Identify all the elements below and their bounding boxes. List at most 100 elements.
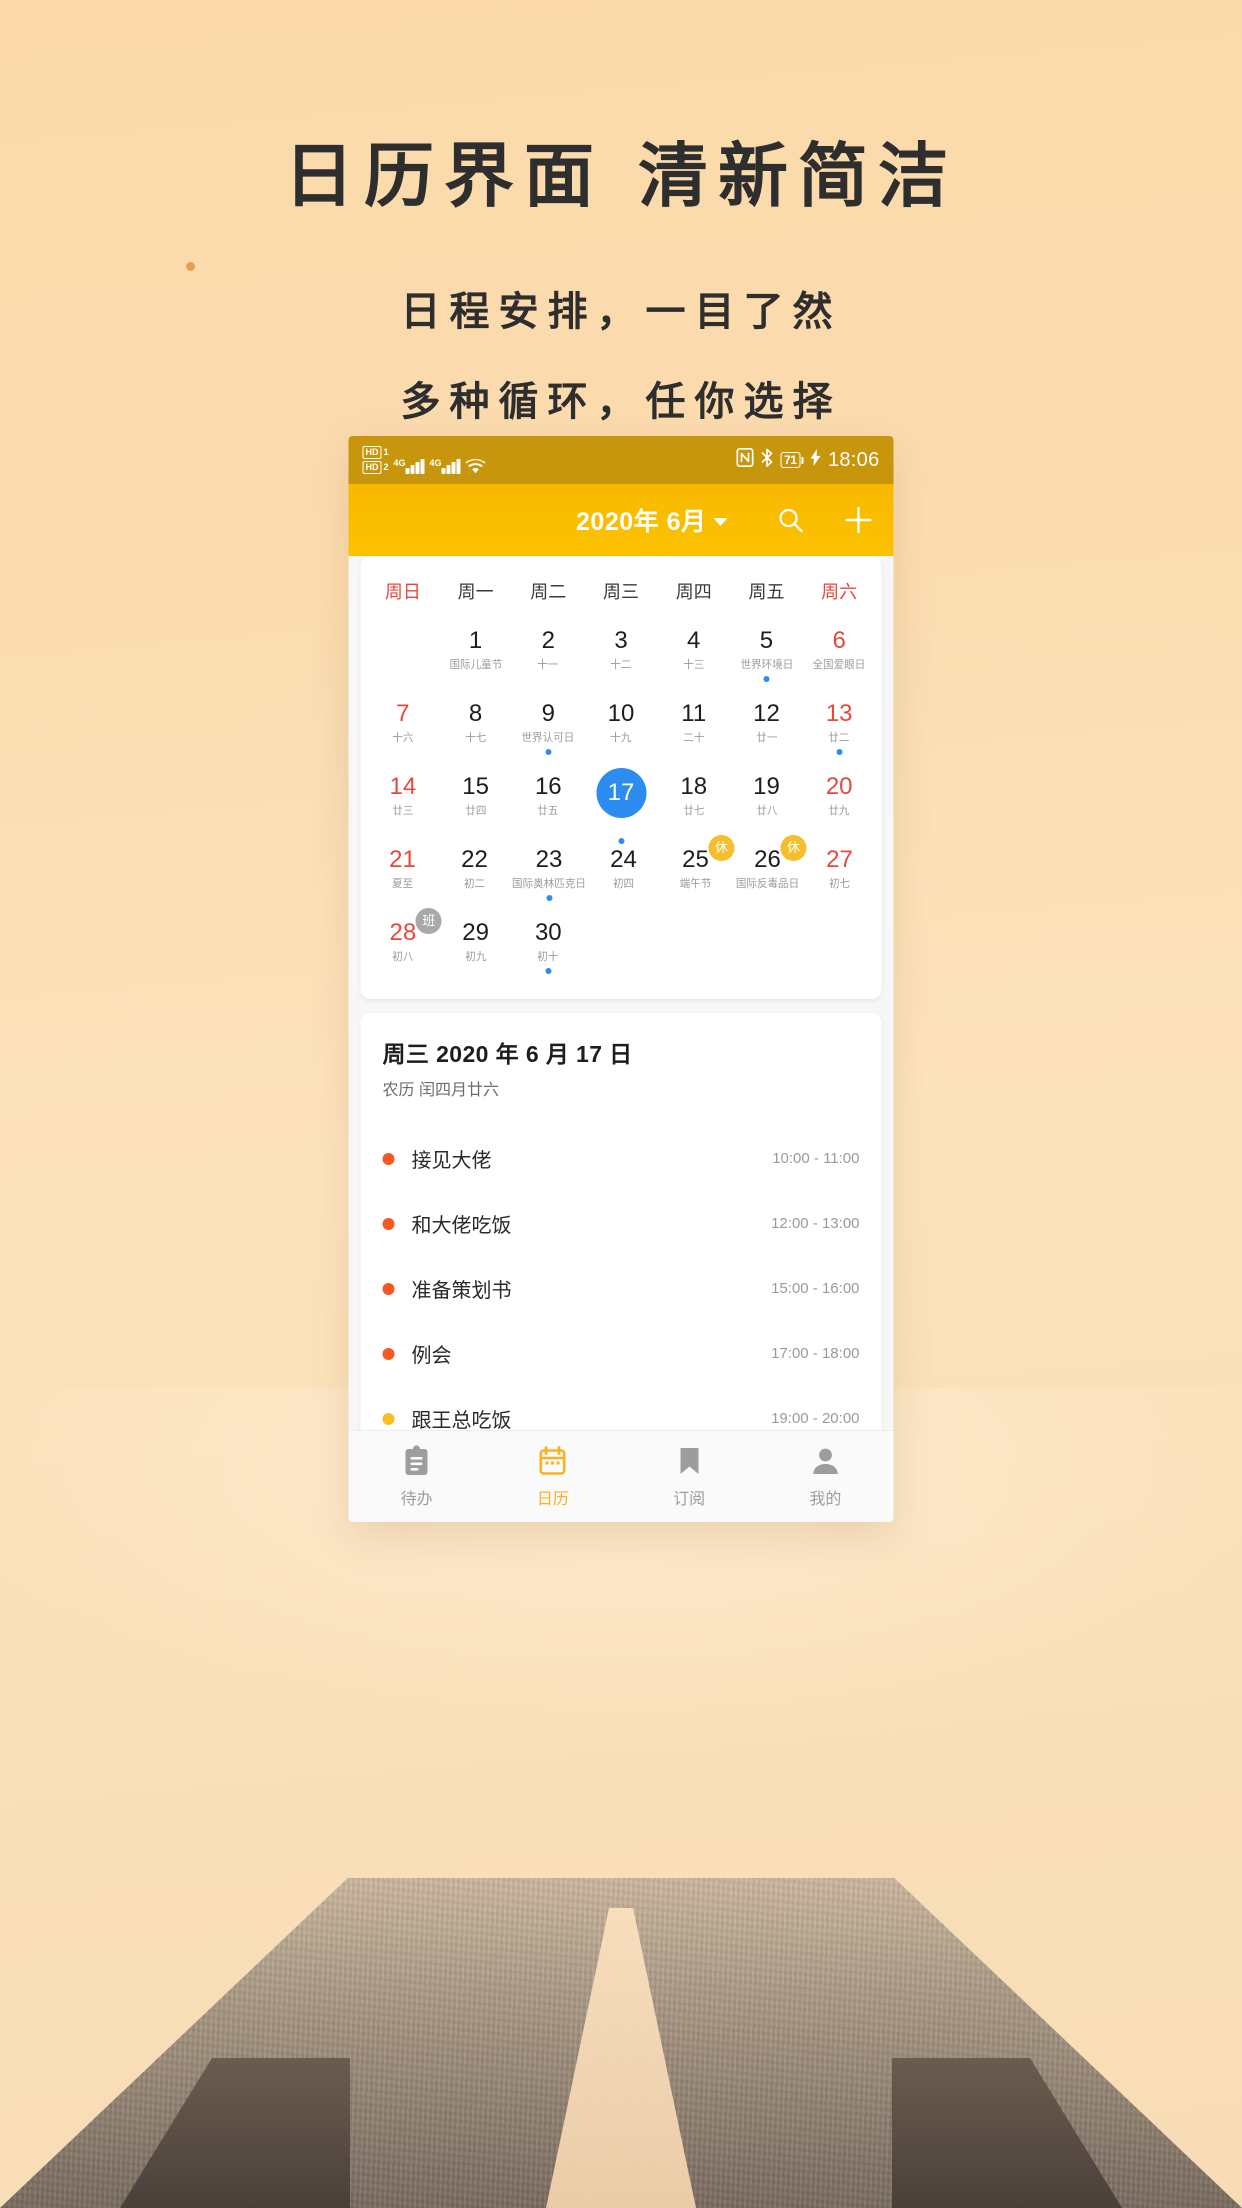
calendar-day-4[interactable]: 4 十三 [657,620,730,693]
day-number: 23 [535,846,563,873]
road-surface [0,1878,1242,2208]
day-number: 8 [468,700,483,727]
schedule-lunar-date: 农历 闰四月廿六 [382,1082,499,1099]
calendar-day-30[interactable]: 30 初十 [512,912,585,985]
day-lunar-label: 十九 [610,732,632,744]
calendar-day-28[interactable]: 班 28 初八 [367,908,442,985]
event-item[interactable]: 准备策划书 15:00 - 16:00 [382,1256,860,1321]
calendar-day-24[interactable]: 24 初四 [588,839,660,912]
calendar-day-16[interactable]: 16 廿五 [512,766,585,839]
event-list: 接见大佬 10:00 - 11:00 和大佬吃饭 12:00 - 13:00 准备策划书… [382,1126,860,1451]
status-bar: HD 1 HD 2 4G 4G 71 18:06 [348,436,894,484]
day-number: 29 [462,919,489,946]
day-number: 17 [596,768,647,818]
day-number: 15 [462,773,489,800]
calendar-weekday-6: 周六 [821,582,858,602]
day-lunar-label: 廿一 [755,732,778,744]
event-title: 和大佬吃饭 [411,1215,512,1237]
event-title: 跟王总吃饭 [411,1410,512,1432]
search-icon[interactable] [774,503,808,537]
promo-title-left: 日历界面 [284,135,604,217]
day-lunar-label: 十七 [465,732,487,744]
hd-indicators: HD 1 HD 2 [362,446,389,474]
calendar-day-5[interactable]: 5 世界环境日 [730,620,803,693]
calendar-day-22[interactable]: 22 初二 [439,839,511,912]
person-icon [757,1444,893,1478]
road-texture [0,1878,1242,2208]
calendar-day-12[interactable]: 12 廿一 [730,693,803,766]
day-lunar-label: 世界环境日 [740,659,793,671]
day-lunar-label: 全国爱眼日 [812,659,866,671]
calendar-day-2[interactable]: 2 十一 [512,620,585,693]
day-number: 5 [759,627,774,654]
event-item[interactable]: 和大佬吃饭 12:00 - 13:00 [382,1191,860,1256]
tab-clipboard[interactable]: 待办 [349,1444,485,1509]
calendar-day-1[interactable]: 1 国际儿童节 [439,620,512,693]
hd2-icon: HD 2 [362,461,389,474]
calendar-day-3[interactable]: 3 十二 [585,620,658,693]
calendar-day-11[interactable]: 11 二十 [657,693,730,766]
calendar-day-7[interactable]: 7 十六 [367,693,440,766]
calendar-day-25[interactable]: 休 25 端午节 [660,835,735,912]
tab-bookmark[interactable]: 订阅 [621,1444,757,1509]
phone-mockup: HD 1 HD 2 4G 4G 71 18:06 2020年 6月 周日 周一 … [348,436,894,1522]
bottom-tab-bar: 待办 日历 订阅 我的 [348,1430,894,1522]
promo-subtitle-2: 多种循环，任你选择 [400,379,842,425]
calendar-week-row: 1 国际儿童节 2 十一 3 十二 4 十三 5 世界环境日 6 全国爱眼日 [367,620,876,693]
hd1-icon: HD 1 [362,446,389,459]
calendar-week-row: 班 28 初八 29 初九 30 初十 [367,908,876,985]
month-title-label: 2020年 6月 [576,508,707,536]
calendar-day-23[interactable]: 23 国际奥林匹克日 [511,839,588,912]
calendar-day-14[interactable]: 14 廿三 [367,766,440,839]
day-lunar-label: 廿九 [828,805,850,817]
day-number: 10 [607,700,635,727]
day-number: 4 [687,627,701,654]
calendar-day-19[interactable]: 19 廿八 [730,766,803,839]
nfc-icon [736,447,754,473]
calendar-day-20[interactable]: 20 廿九 [803,766,876,839]
bookmark-icon [621,1444,757,1478]
calendar-day-10[interactable]: 10 十九 [585,693,658,766]
event-color-dot [382,1152,395,1165]
calendar-day-29[interactable]: 29 初九 [439,912,512,985]
calendar-weekday-0: 周日 [384,582,421,602]
day-event-dot [546,895,552,901]
calendar-day-27[interactable]: 27 初七 [804,839,876,912]
road-shadow-right [892,2058,1122,2208]
road-graphic [0,1648,1242,2208]
calendar-day-18[interactable]: 18 廿七 [657,766,730,839]
day-lunar-label: 初十 [537,951,559,963]
event-item[interactable]: 例会 17:00 - 18:00 [382,1321,860,1386]
calendar-day-13[interactable]: 13 廿二 [803,693,876,766]
calendar-day-26[interactable]: 休 26 国际反毒品日 [732,835,807,912]
calendar-day-6[interactable]: 6 全国爱眼日 [803,620,876,693]
tab-person[interactable]: 我的 [757,1444,893,1509]
calendar-weekday-2: 周二 [530,582,567,602]
tab-calendar[interactable]: 日历 [485,1444,621,1509]
event-item[interactable]: 接见大佬 10:00 - 11:00 [382,1126,860,1191]
calendar-day-17[interactable]: 17廿六 [585,766,658,844]
signal-bars-sim2-icon: 4G [430,458,461,474]
calendar-day-15[interactable]: 15 廿四 [439,766,512,839]
calendar-day-9[interactable]: 9 世界认可日 [512,693,585,766]
app-bar-actions [774,503,876,537]
day-lunar-label: 国际儿童节 [449,659,502,671]
day-lunar-label: 二十 [683,732,705,744]
calendar-grid[interactable]: 1 国际儿童节 2 十一 3 十二 4 十三 5 世界环境日 6 全国爱眼日 7 十六 8 十七 9 世界认可日 1… [367,620,876,985]
hd1-label: HD [362,446,382,459]
promo-title: 日历界面 清新简洁 [0,120,1242,221]
calendar-cell-empty [803,912,876,985]
day-lunar-label: 廿七 [683,805,705,817]
month-selector[interactable]: 2020年 6月 [576,502,728,538]
day-number: 20 [825,773,853,800]
calendar-cell-empty [657,912,730,985]
calendar-day-8[interactable]: 8 十七 [439,693,512,766]
wifi-icon [465,458,486,474]
day-lunar-label: 廿五 [537,805,559,817]
calendar-cell-empty [730,912,803,985]
plus-icon[interactable] [842,503,876,537]
promo-title-right: 清新简洁 [638,135,958,217]
calendar-day-21[interactable]: 21 夏至 [367,839,439,912]
calendar-weekday-5: 周五 [748,582,785,602]
promo-headings: 日历界面 清新简洁 日程安排，一目了然 多种循环，任你选择 [0,0,1242,427]
